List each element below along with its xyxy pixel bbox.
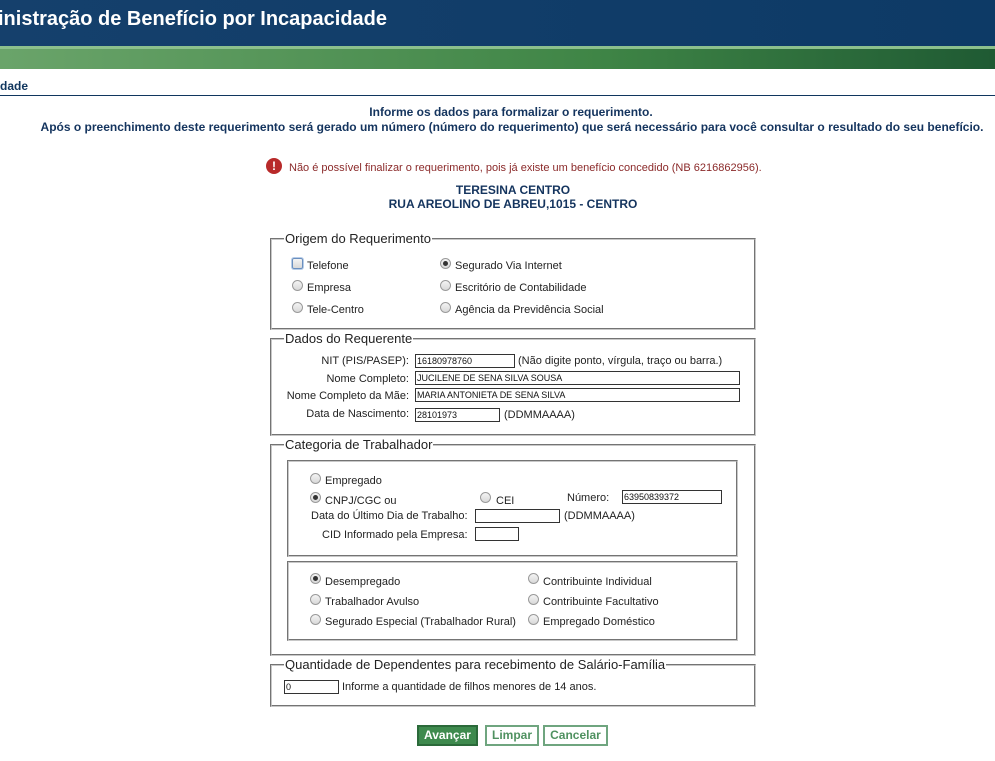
radio-empregado[interactable] [310,473,321,484]
radio-cei[interactable] [480,492,491,503]
limpar-button[interactable]: Limpar [485,725,539,746]
nascimento-input[interactable]: 28101973 [415,408,500,422]
page-header: inistração de Benefício por Incapacidade [0,0,995,46]
radio-tele-centro[interactable] [292,302,303,313]
agency-name: TERESINA CENTRO [455,183,571,197]
nome-label: Nome Completo: [326,373,409,385]
mae-label: Nome Completo da Mãe: [286,390,409,402]
label-telefone: Telefone [307,260,349,272]
radio-segurado-via-internet[interactable] [440,258,451,269]
label-segurado-especial: Segurado Especial (Trabalhador Rural) [325,616,516,628]
radio-telefone[interactable] [292,258,303,269]
label-tele-centro: Tele-Centro [307,304,364,316]
intro-line-2: Após o preenchimento deste requerimento … [40,120,984,134]
label-desempregado: Desempregado [325,576,401,588]
radio-contribuinte-facultativo[interactable] [528,594,539,605]
origem-legend: Origem do Requerimento [285,231,431,246]
label-segurado-via-internet: Segurado Via Internet [455,260,562,272]
cid-label: CID Informado pela Empresa: [322,529,468,541]
numero-label: Número: [567,492,610,504]
categoria-legend: Categoria de Trabalhador [285,437,433,452]
radio-trabalhador-avulso[interactable] [310,594,321,605]
radio-escritorio-contabilidade[interactable] [440,280,451,291]
ultimo-dia-hint: (DDMMAAAA) [564,510,635,522]
ultimo-dia-label: Data do Último Dia de Trabalho: [311,510,468,522]
agency-address: RUA AREOLINO DE ABREU,1015 - CENTRO [388,197,638,211]
radio-cnpj[interactable] [310,492,321,503]
nome-input[interactable]: JUCILENE DE SENA SILVA SOUSA [415,371,740,385]
label-contribuinte-facultativo: Contribuinte Facultativo [543,596,659,608]
dependentes-input[interactable]: 0 [284,680,339,694]
radio-empresa[interactable] [292,280,303,291]
requerente-legend: Dados do Requerente [285,331,413,346]
dependentes-hint: Informe a quantidade de filhos menores d… [342,681,597,693]
error-message: Não é possível finalizar o requerimento,… [289,162,762,174]
page-title: inistração de Benefício por Incapacidade [0,8,388,30]
section-title: dade [0,79,29,93]
ultimo-dia-input[interactable] [475,509,560,523]
radio-segurado-especial[interactable] [310,614,321,625]
nit-label: NIT (PIS/PASEP): [321,355,409,367]
nascimento-hint: (DDMMAAAA) [504,409,575,421]
label-cei: CEI [496,495,515,507]
label-empregado-domestico: Empregado Doméstico [543,616,655,628]
radio-agencia-previdencia[interactable] [440,302,451,313]
dependentes-legend: Quantidade de Dependentes para recebimen… [285,657,666,672]
cid-input[interactable] [475,527,519,541]
radio-contribuinte-individual[interactable] [528,573,539,584]
label-escritorio-contabilidade: Escritório de Contabilidade [455,282,587,294]
cancelar-button[interactable]: Cancelar [543,725,608,746]
nascimento-label: Data de Nascimento: [306,408,409,420]
header-decorative-bar [0,46,995,69]
intro-line-1: Informe os dados para formalizar o reque… [369,105,653,119]
label-agencia-previdencia: Agência da Previdência Social [455,304,604,316]
section-divider [0,95,995,96]
label-cnpj: CNPJ/CGC ou [325,495,397,507]
label-trabalhador-avulso: Trabalhador Avulso [325,596,420,608]
radio-empregado-domestico[interactable] [528,614,539,625]
exclamation-icon: ! [266,158,282,174]
label-empresa: Empresa [307,282,352,294]
nit-hint: (Não digite ponto, vírgula, traço ou bar… [518,355,723,367]
mae-input[interactable]: MARIA ANTONIETA DE SENA SILVA [415,388,740,402]
label-empregado: Empregado [325,475,382,487]
radio-desempregado[interactable] [310,573,321,584]
label-contribuinte-individual: Contribuinte Individual [543,576,652,588]
avancar-button[interactable]: Avançar [417,725,478,746]
numero-input[interactable]: 63950839372 [622,490,722,504]
nit-input[interactable]: 16180978760 [415,354,515,368]
